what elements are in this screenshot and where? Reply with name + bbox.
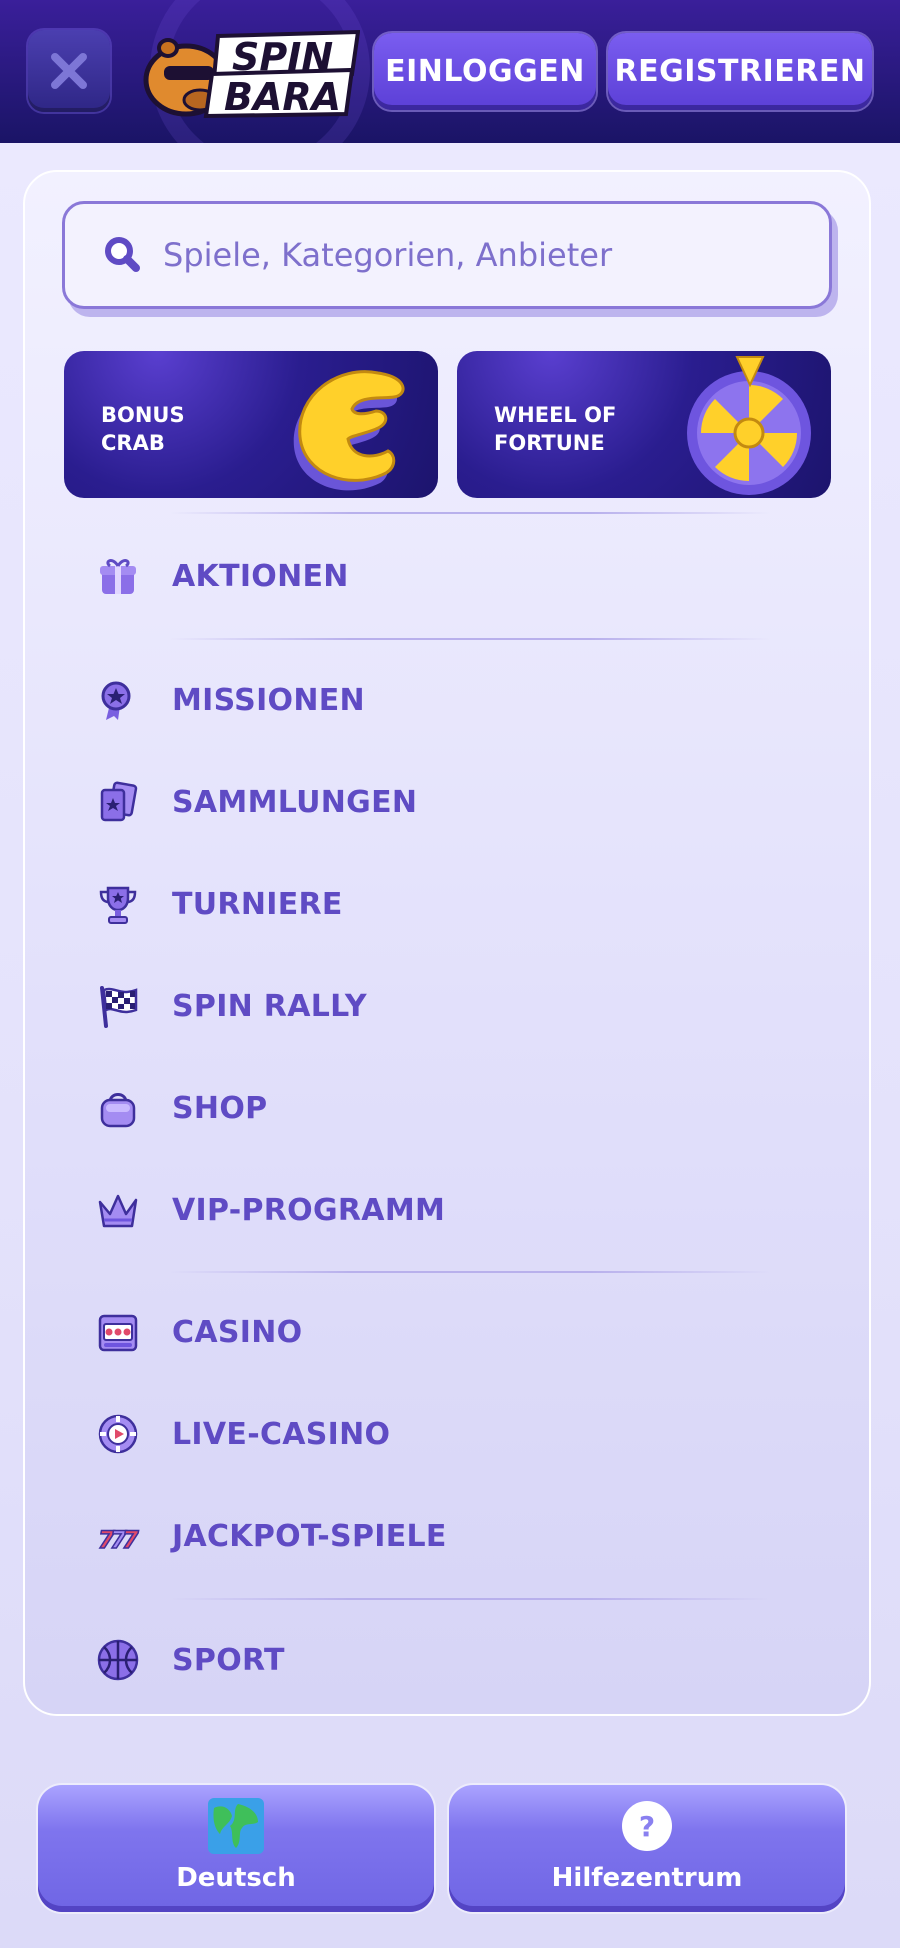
menu-item-missionen[interactable]: MISSIONEN [96,665,796,735]
sevens-icon: 777 [96,1514,140,1558]
wheel-of-fortune-label: WHEEL OF FORTUNE [494,403,617,455]
menu-item-label: CASINO [172,1314,303,1350]
slot-machine-icon [96,1310,140,1354]
medal-icon [96,678,140,722]
login-button[interactable]: EINLOGGEN [374,33,596,110]
cards-icon [96,780,140,824]
crown-icon [96,1188,140,1232]
bonus-crab-label: BONUS CRAB [101,403,185,455]
menu-item-label: MISSIONEN [172,682,365,718]
menu-item-aktionen[interactable]: AKTIONEN [96,541,796,611]
wheel-icon [687,356,811,495]
crab-claw-icon [293,370,405,491]
help-center-label: Hilfezentrum [551,1863,743,1893]
menu-item-label: SAMMLUNGEN [172,784,418,820]
menu-item-spin-rally[interactable]: SPIN RALLY [96,971,796,1041]
shopping-bag-icon [96,1086,140,1130]
top-bar: SPIN BARA EINLOGGEN REGISTRIEREN [0,0,900,143]
svg-text:7: 7 [122,1526,139,1554]
menu-item-jackpot-spiele[interactable]: 777 JACKPOT-SPIELE [96,1501,796,1571]
menu-item-sport[interactable]: SPORT [96,1625,796,1695]
search-icon [103,235,143,275]
casino-chip-icon [96,1412,140,1456]
menu-item-label: AKTIONEN [172,558,349,594]
divider [170,512,770,514]
menu-item-label: JACKPOT-SPIELE [172,1518,447,1554]
menu-item-shop[interactable]: SHOP [96,1073,796,1143]
divider [170,638,770,640]
svg-text:?: ? [639,1810,655,1843]
language-label: Deutsch [176,1863,296,1893]
menu-item-label: LIVE-CASINO [172,1416,391,1452]
logo-text-top: SPIN [232,35,333,79]
globe-icon [208,1798,264,1854]
basketball-icon [96,1638,140,1682]
search-input[interactable] [161,235,805,275]
spinbara-logo[interactable]: SPIN BARA [138,22,361,122]
help-center-button[interactable]: ? Hilfezentrum [449,1785,845,1912]
menu-item-label: SPIN RALLY [172,988,367,1024]
close-menu-button[interactable] [28,30,110,112]
menu-item-vip-programm[interactable]: VIP-PROGRAMM [96,1175,796,1245]
logo-text-bottom: BARA [224,75,341,119]
menu-item-turniere[interactable]: TURNIERE [96,869,796,939]
gift-icon [96,554,140,598]
divider [170,1598,770,1600]
language-button[interactable]: Deutsch [38,1785,434,1912]
divider [170,1271,770,1273]
question-icon: ? [622,1801,672,1851]
menu-item-label: TURNIERE [172,886,343,922]
wheel-of-fortune-banner[interactable]: WHEEL OF FORTUNE [457,351,831,498]
checkered-flag-icon [96,984,140,1028]
search-box[interactable] [62,201,832,309]
close-icon [51,53,87,89]
bonus-crab-banner[interactable]: BONUS CRAB [64,351,438,498]
capybara-logo-icon: SPIN BARA [143,29,361,119]
menu-item-label: SHOP [172,1090,268,1126]
menu-item-sammlungen[interactable]: SAMMLUNGEN [96,767,796,837]
menu-item-live-casino[interactable]: LIVE-CASINO [96,1399,796,1469]
menu-item-label: SPORT [172,1642,285,1678]
register-button[interactable]: REGISTRIEREN [608,33,872,110]
menu-item-casino[interactable]: CASINO [96,1297,796,1367]
menu-item-label: VIP-PROGRAMM [172,1192,446,1228]
trophy-icon [96,882,140,926]
